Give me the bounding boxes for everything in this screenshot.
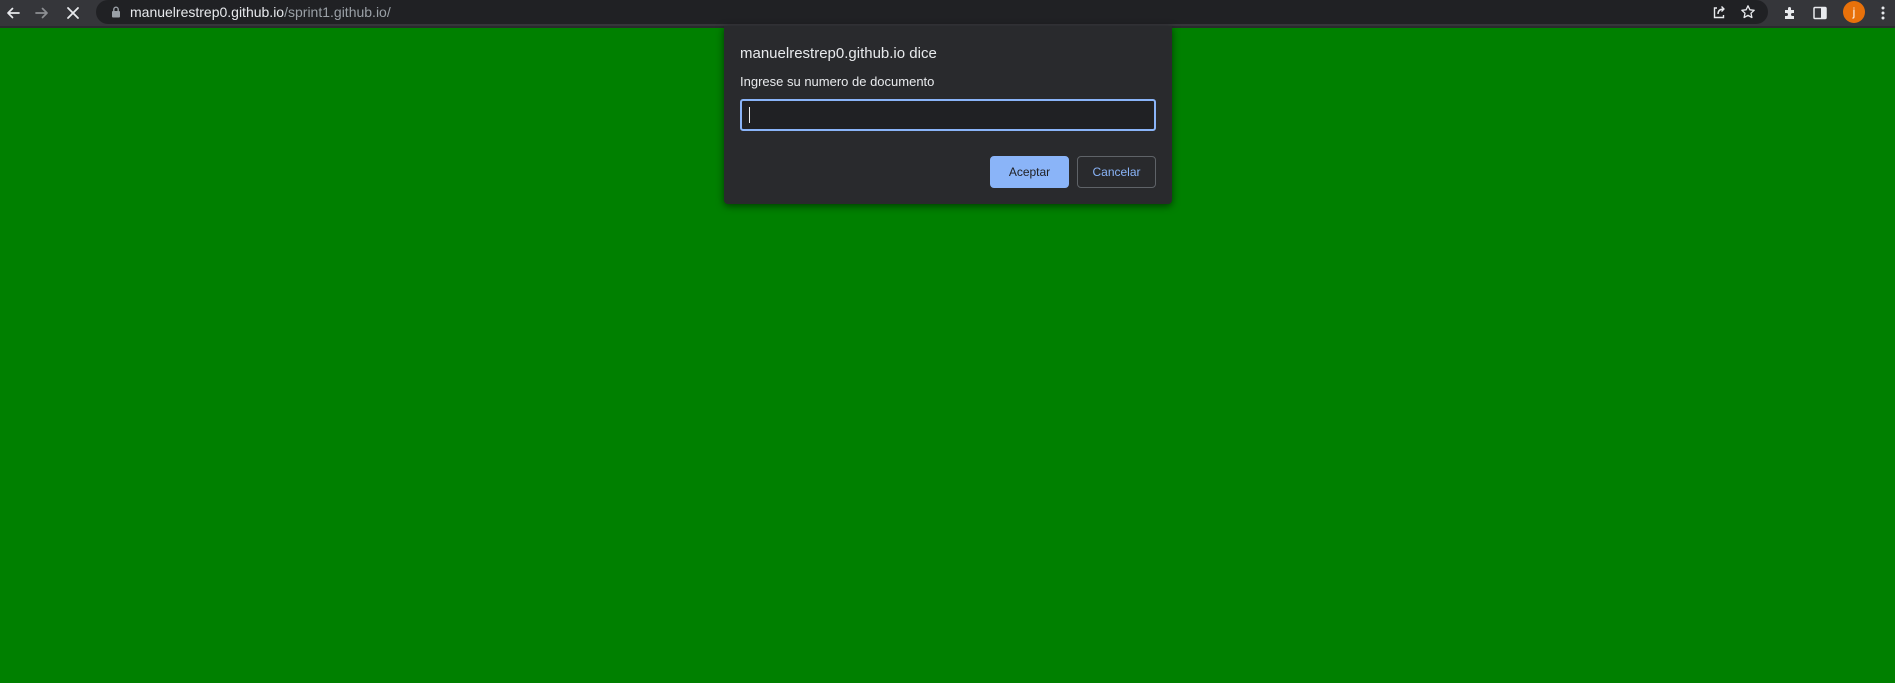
- profile-avatar[interactable]: j: [1843, 1, 1865, 23]
- browser-menu-button[interactable]: [1871, 1, 1895, 25]
- document-number-input[interactable]: [740, 99, 1156, 131]
- lock-icon: [112, 6, 120, 18]
- stop-loading-button[interactable]: [61, 1, 85, 25]
- url-path: /sprint1.github.io/: [284, 4, 391, 20]
- side-panel-button[interactable]: [1808, 1, 1832, 25]
- url-text: manuelrestrep0.github.io/sprint1.github.…: [130, 4, 391, 20]
- browser-toolbar: manuelrestrep0.github.io/sprint1.github.…: [0, 0, 1895, 26]
- address-bar[interactable]: manuelrestrep0.github.io/sprint1.github.…: [96, 0, 1768, 24]
- bookmark-button[interactable]: [1736, 0, 1760, 24]
- arrow-left-icon: [7, 7, 20, 19]
- share-icon: [1713, 6, 1725, 19]
- text-cursor: [749, 107, 750, 123]
- extensions-button[interactable]: [1778, 1, 1802, 25]
- cancel-button[interactable]: Cancelar: [1077, 156, 1156, 188]
- star-icon: [1741, 5, 1755, 19]
- page-content: manuelrestrep0.github.io/sprint1.github.…: [0, 0, 1895, 683]
- dialog-title: manuelrestrep0.github.io dice: [740, 45, 937, 62]
- accept-button[interactable]: Aceptar: [990, 156, 1069, 188]
- share-button[interactable]: [1707, 0, 1731, 24]
- puzzle-icon: [1785, 7, 1794, 19]
- prompt-dialog: manuelrestrep0.github.io dice Ingrese su…: [724, 26, 1172, 204]
- kebab-menu-icon: [1881, 6, 1885, 20]
- url-host: manuelrestrep0.github.io: [130, 4, 285, 20]
- side-panel-icon: [1813, 6, 1827, 20]
- dialog-message: Ingrese su numero de documento: [740, 74, 935, 89]
- arrow-right-icon: [35, 7, 48, 19]
- close-icon: [67, 7, 79, 19]
- back-button[interactable]: [1, 1, 25, 25]
- forward-button[interactable]: [30, 1, 54, 25]
